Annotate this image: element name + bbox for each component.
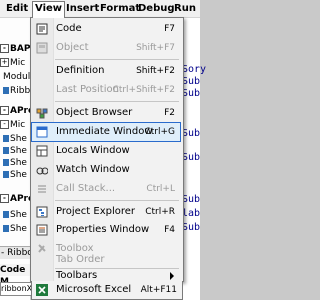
collapse-icon[interactable]: - [0,120,9,129]
code-editor[interactable]: Sory Sub Sub Sub Sub Sub lab Sub [182,18,206,300]
sheet-icon [3,159,9,166]
menu-item-object-browser[interactable]: Object Browser F2 [32,104,180,122]
tree-node[interactable]: She [3,146,27,157]
code-line: Sub [182,128,201,139]
object-icon [36,42,48,54]
menu-item-last-position[interactable]: Last Position Ctrl+Shift+F2 [32,81,180,99]
view-menu-dropdown: Code F7 Object Shift+F7 Definition Shift… [30,17,184,282]
sheet-icon [3,135,9,142]
menu-item-call-stack[interactable]: Call Stack... Ctrl+L [32,180,180,198]
menu-separator [55,268,179,269]
collapse-icon[interactable]: - [0,44,9,53]
sheet-icon [3,225,9,232]
tree-node[interactable]: She [3,224,27,235]
menu-item-microsoft-excel[interactable]: Microsoft Excel Alt+F11 [31,281,183,300]
tree-node[interactable]: - Mic [0,120,25,131]
code-line: lab [182,208,201,219]
ribbon-icon [3,87,9,94]
menu-insert[interactable]: Insert [64,2,101,16]
menu-run[interactable]: Run [172,2,198,16]
tree-node[interactable]: She [3,134,27,145]
menu-edit[interactable]: Edit [4,2,30,16]
menu-item-tab-order[interactable]: Tab Order [32,253,180,267]
code-line: Sub [182,194,201,205]
tree-node[interactable]: She [3,158,27,169]
menu-item-properties-window[interactable]: Properties Window F4 [32,221,180,239]
menu-bar: Edit View Insert Format Debug Run [0,0,200,18]
tree-node[interactable]: She [3,210,27,221]
menu-item-code[interactable]: Code F7 [32,20,180,38]
tree-node[interactable]: + Mic [0,58,25,69]
code-line: Sub [182,222,201,233]
object-browser-icon [36,107,48,119]
expand-icon[interactable]: + [0,58,9,67]
code-line: Sub [182,152,201,163]
code-line: Sub [182,88,201,99]
sheet-icon [3,147,9,154]
menu-view[interactable]: View [32,1,66,18]
properties-name-field[interactable]: ribbonX_C [0,282,42,296]
menu-debug[interactable]: Debug [136,2,177,16]
call-stack-icon [36,183,48,195]
properties-window-icon [36,224,48,236]
menu-separator [55,101,179,102]
sheet-icon [3,211,9,218]
watch-window-icon [36,164,49,176]
menu-item-immediate-window[interactable]: Immediate Window Ctrl+G [31,122,181,142]
code-icon [36,23,48,35]
excel-icon [36,284,48,296]
menu-separator [55,200,179,201]
project-explorer-icon [36,206,48,218]
menu-item-project-explorer[interactable]: Project Explorer Ctrl+R [32,203,180,221]
submenu-arrow-icon [170,272,174,280]
menu-item-watch-window[interactable]: Watch Window [32,161,180,179]
menu-item-locals-window[interactable]: Locals Window [32,142,180,160]
collapse-icon[interactable]: - [0,106,9,115]
locals-window-icon [36,145,48,157]
menu-item-definition[interactable]: Definition Shift+F2 [32,62,180,80]
collapse-icon[interactable]: - [0,194,9,203]
code-line: Sory [182,64,207,75]
code-line: Sub [182,76,201,87]
properties-tabs[interactable]: Code M [0,264,32,287]
menu-item-object[interactable]: Object Shift+F7 [32,39,180,57]
properties-header: - Ribbo [0,246,33,259]
sheet-icon [3,171,9,178]
tree-node[interactable]: She [3,170,27,181]
menu-separator [55,59,179,60]
tree-node[interactable]: Ribb [3,86,30,97]
immediate-window-icon [36,126,48,138]
